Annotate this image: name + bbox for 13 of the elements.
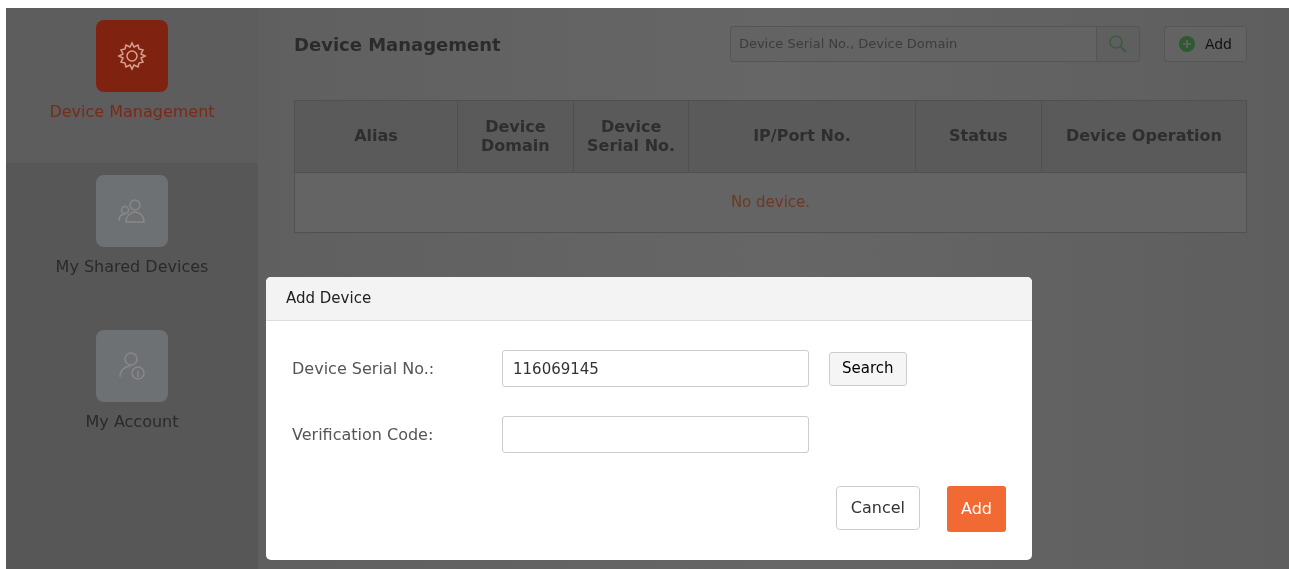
search-icon <box>1107 34 1128 54</box>
cancel-button[interactable]: Cancel <box>835 486 920 530</box>
field-label: Device Serial No.: <box>292 357 436 380</box>
field-label: Verification Code: <box>292 423 435 446</box>
search-button[interactable]: Search <box>829 351 907 386</box>
input-field[interactable] <box>502 416 809 453</box>
empty-message: No device. <box>294 172 1247 233</box>
add-button[interactable]: Add <box>1163 26 1247 62</box>
dialog-title: Add Device <box>266 277 1032 321</box>
search-button[interactable] <box>1095 26 1140 62</box>
plus-icon <box>1178 36 1195 52</box>
add-button[interactable]: Add <box>947 486 1006 532</box>
input-field[interactable]: 116069145 <box>502 350 809 387</box>
